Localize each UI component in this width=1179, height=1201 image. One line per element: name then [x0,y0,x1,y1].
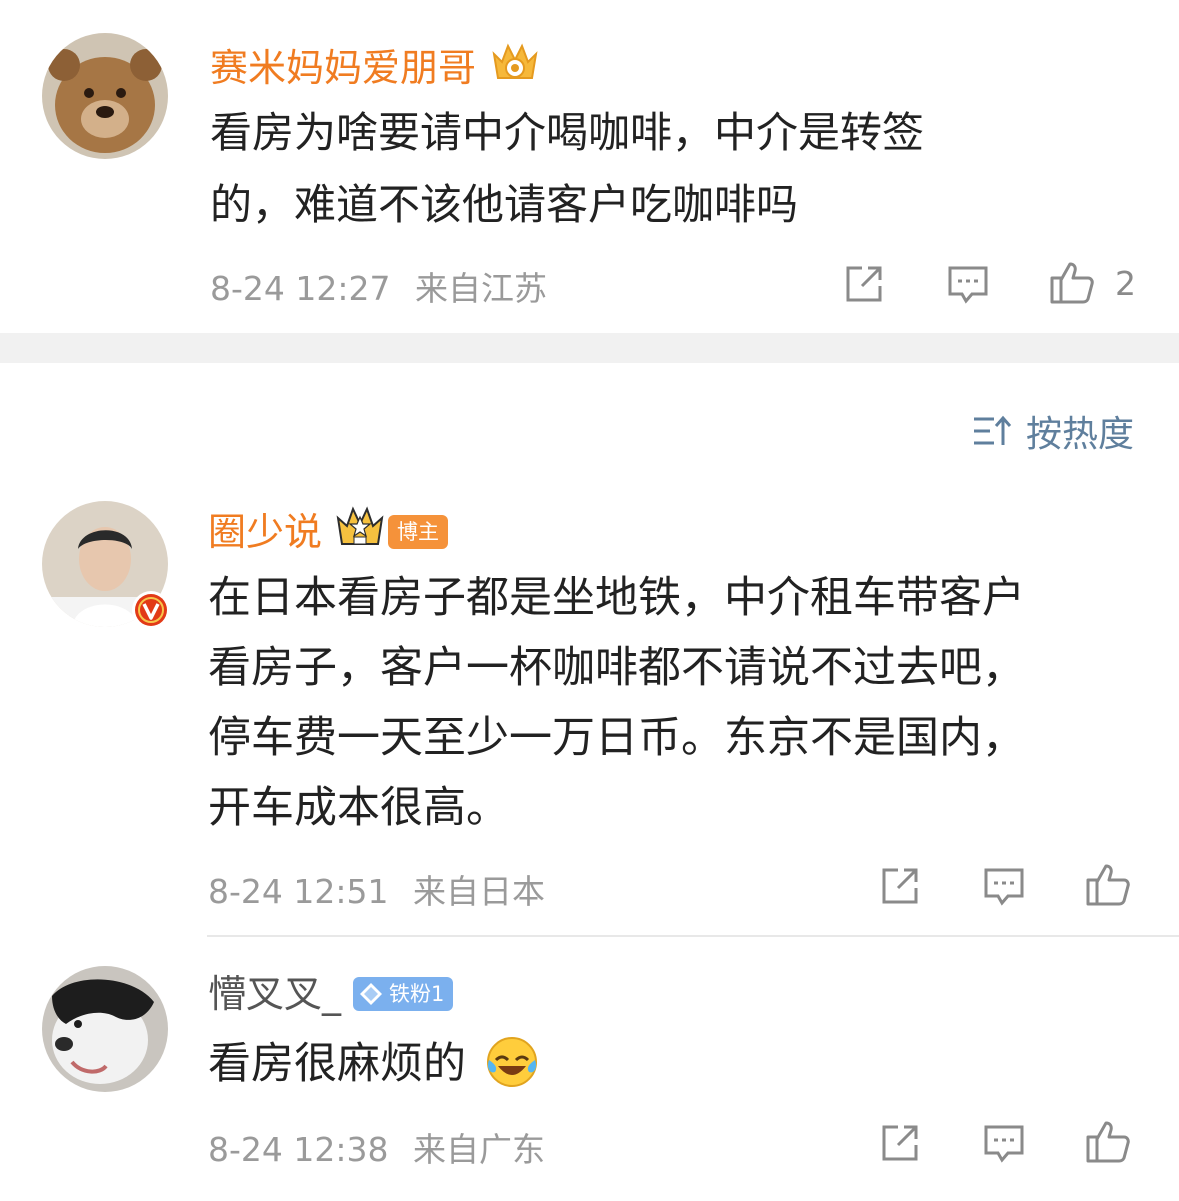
timestamp: 8-24 12:38 [208,1130,389,1169]
username-text: 圈少说 [208,510,323,554]
sort-icon [973,415,1012,445]
vip-crown-icon [488,40,542,96]
fan-badge: 铁粉1 [353,977,454,1011]
comment-meta: 8-24 12:38 来自广东 [208,1123,559,1171]
share-button[interactable] [840,260,888,308]
comment-text-line: 停车费一天至少一万日币。东京不是国内， [208,713,1025,763]
like-button[interactable] [1048,258,1096,306]
comment-text-line: 看房为啥要请中介喝咖啡，中介是转签 [210,108,925,157]
reply-button[interactable] [980,862,1028,910]
comment-item: 圈少说 博主 在日本看房子都是坐地铁，中介租车带客户 看房子，客户一杯咖啡都不请… [0,490,1179,935]
username-text: 懵叉叉_ [208,972,342,1016]
blogger-badge: 博主 [388,515,449,549]
comment-text-line: 在日本看房子都是坐地铁，中介租车带客户 [208,573,1025,623]
section-divider [0,333,1179,363]
verified-badge-icon [132,591,170,629]
like-count: 2 [1115,264,1136,303]
reply-button[interactable] [980,1119,1028,1167]
diamond-icon [360,983,383,1005]
share-icon [882,1125,918,1161]
reply-button[interactable] [944,260,992,308]
thumbs-up-icon [1050,262,1094,304]
avatar[interactable] [42,501,170,629]
comment-meta: 8-24 12:27 来自江苏 [210,262,561,310]
comment-meta: 8-24 12:51 来自日本 [208,865,559,913]
location: 来自江苏 [415,269,547,308]
timestamp: 8-24 12:51 [208,872,389,911]
username-text: 赛米妈妈爱朋哥 [210,46,477,90]
comment-icon [948,266,988,304]
avatar[interactable] [42,966,168,1092]
username[interactable]: 赛米妈妈爱朋哥 [210,40,542,96]
sort-toggle[interactable]: 按热度 [972,405,1134,457]
sort-label: 按热度 [1025,414,1134,455]
comment-text-line: 看房很麻烦的 [208,1039,466,1089]
comment-text-line: 的，难道不该他请客户吃咖啡吗 [210,180,799,229]
location: 来自广东 [413,1130,545,1169]
location: 来自日本 [413,872,545,911]
like-button[interactable] [1084,1117,1132,1165]
thumbs-up-icon [1086,1121,1130,1163]
comment-icon [984,1125,1024,1163]
username[interactable]: 圈少说 博主 [208,504,449,560]
comment-text: 在日本看房子都是坐地铁，中介租车带客户 看房子，客户一杯咖啡都不请说不过去吧， … [208,563,1148,843]
thumbs-up-icon [1086,864,1130,906]
laughing-tears-emoji [486,1037,537,1087]
comment-icon [984,868,1024,906]
fan-badge-label: 铁粉1 [389,982,445,1006]
share-button[interactable] [876,862,924,910]
comment-text: 看房很麻烦的 [208,1028,1108,1100]
share-icon [846,266,882,302]
timestamp: 8-24 12:27 [210,269,391,308]
comment-item: 赛米妈妈爱朋哥 看房为啥要请中介喝咖啡，中介是转签 的，难道不该他请客户吃咖啡吗… [0,0,1179,333]
like-button[interactable] [1084,860,1132,908]
vip-crown-icon [334,504,386,560]
username[interactable]: 懵叉叉_ 铁粉1 [208,969,454,1019]
comment-text-line: 看房子，客户一杯咖啡都不请说不过去吧， [208,643,1025,693]
comment-item: 懵叉叉_ 铁粉1 看房很麻烦的 8-24 12:38 来自广东 [0,937,1179,1201]
share-icon [882,868,918,904]
comment-text: 看房为啥要请中介喝咖啡，中介是转签 的，难道不该他请客户吃咖啡吗 [210,97,1110,241]
avatar[interactable] [42,33,168,159]
comment-text-line: 开车成本很高。 [208,783,509,833]
share-button[interactable] [876,1119,924,1167]
